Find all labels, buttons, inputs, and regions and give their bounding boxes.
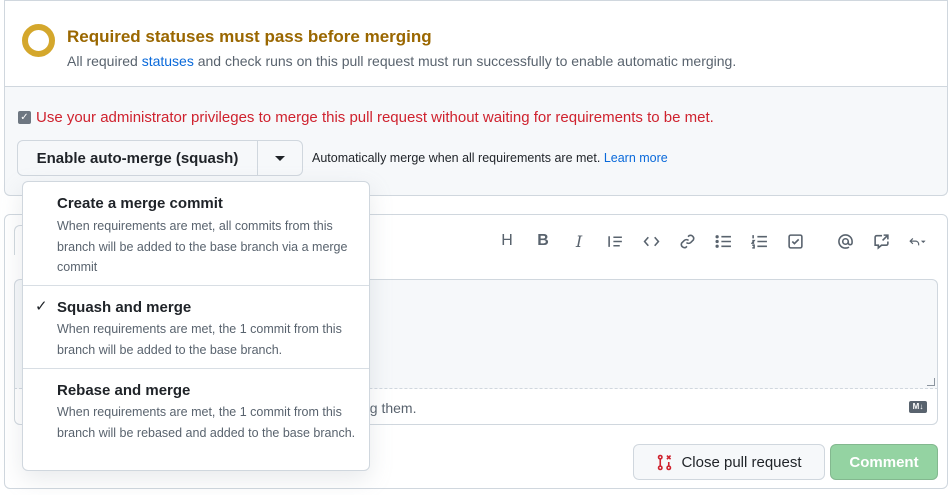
pull-request-closed-icon <box>658 454 672 470</box>
menu-item-rebase-and-merge[interactable]: Rebase and merge When requirements are m… <box>23 369 369 470</box>
statuses-link[interactable]: statuses <box>142 53 194 69</box>
quote-icon[interactable] <box>597 229 633 253</box>
numbered-list-icon[interactable] <box>741 229 777 253</box>
heading-icon[interactable]: H <box>489 229 525 253</box>
code-icon[interactable] <box>633 229 669 253</box>
check-icon: ✓ <box>35 298 48 315</box>
chevron-down-icon <box>275 155 285 161</box>
automerge-button-group: Enable auto-merge (squash) <box>17 140 303 176</box>
comment-button[interactable]: Comment <box>830 444 938 480</box>
reference-icon[interactable] <box>863 229 899 253</box>
italic-icon[interactable]: I <box>561 229 597 253</box>
markdown-toolbar: H B I <box>489 229 935 253</box>
link-icon[interactable] <box>669 229 705 253</box>
close-pull-request-button[interactable]: Close pull request <box>633 444 825 480</box>
bullet-list-icon[interactable] <box>705 229 741 253</box>
markdown-icon[interactable]: M↓ <box>909 401 927 413</box>
menu-item-squash-and-merge[interactable]: ✓ Squash and merge When requirements are… <box>23 286 369 369</box>
enable-automerge-button[interactable]: Enable auto-merge (squash) <box>18 141 258 175</box>
merge-method-dropdown-toggle[interactable] <box>258 141 302 175</box>
merge-method-menu: Create a merge commit When requirements … <box>22 181 370 471</box>
learn-more-link[interactable]: Learn more <box>604 151 668 165</box>
status-title: Required statuses must pass before mergi… <box>67 27 432 46</box>
menu-item-create-merge-commit[interactable]: Create a merge commit When requirements … <box>23 182 369 286</box>
reply-icon[interactable] <box>899 229 935 253</box>
automerge-help-text: Automatically merge when all requirement… <box>312 151 668 165</box>
required-status-section: Required statuses must pass before mergi… <box>5 0 947 87</box>
status-description: All required statuses and check runs on … <box>67 53 737 69</box>
pending-status-icon <box>22 24 55 57</box>
admin-override-label[interactable]: Use your administrator privileges to mer… <box>36 109 714 126</box>
resize-handle[interactable] <box>927 378 935 386</box>
mention-icon[interactable] <box>827 229 863 253</box>
admin-override-checkbox[interactable]: ✓ <box>18 111 31 124</box>
admin-override-row[interactable]: ✓ Use your administrator privileges to m… <box>18 109 714 126</box>
task-list-icon[interactable] <box>777 229 813 253</box>
bold-icon[interactable]: B <box>525 229 561 253</box>
